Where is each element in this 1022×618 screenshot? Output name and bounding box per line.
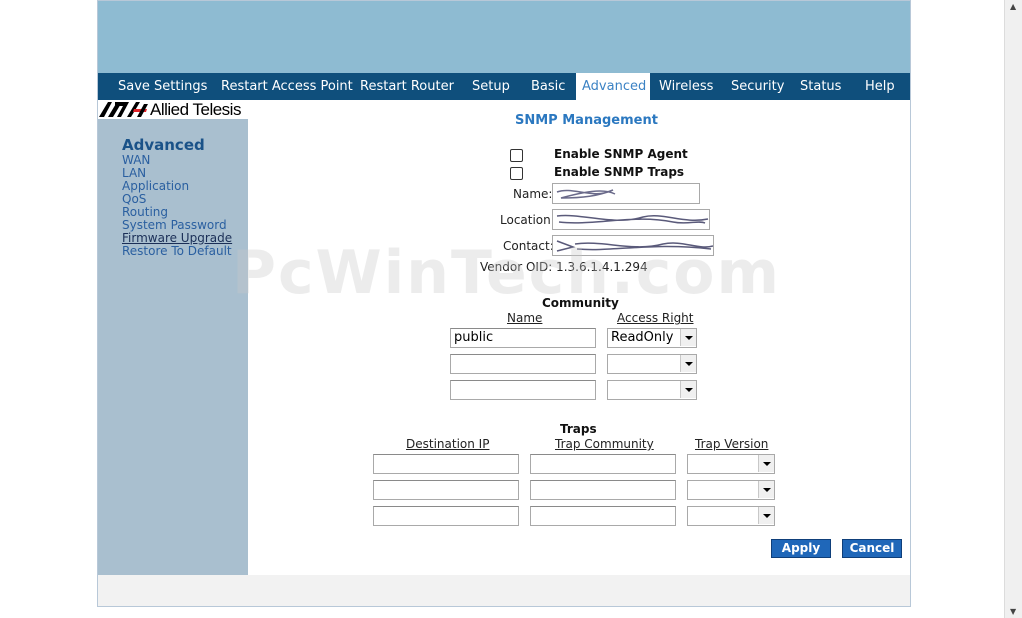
trap-destination-input[interactable] (373, 454, 519, 474)
sidebar-item-wan[interactable]: WAN (122, 153, 150, 167)
vendor-oid: Vendor OID: 1.3.6.1.4.1.294 (480, 260, 648, 274)
nav-save-settings[interactable]: Save Settings (118, 73, 207, 100)
apply-button[interactable]: Apply (771, 539, 831, 558)
sidebar-item-qos[interactable]: QoS (122, 192, 146, 206)
chevron-down-icon (680, 329, 696, 346)
footer-bar (98, 575, 910, 606)
logo-mark-icon (99, 102, 148, 117)
chevron-down-icon (758, 481, 774, 498)
contact-label: Contact: (503, 239, 554, 253)
nav-security[interactable]: Security (731, 73, 784, 100)
nav-restart-access-point[interactable]: Restart Access Point (221, 73, 353, 100)
sidebar: Advanced WAN LAN Application QoS Routing… (98, 119, 248, 575)
trap-destination-input[interactable] (373, 480, 519, 500)
vertical-scrollbar[interactable]: ▲ ▼ (1004, 0, 1022, 618)
community-name-input[interactable] (450, 354, 596, 374)
sidebar-item-application[interactable]: Application (122, 179, 189, 193)
scroll-down-icon[interactable]: ▼ (1010, 607, 1016, 616)
traps-title: Traps (560, 422, 597, 436)
page-title: SNMP Management (515, 113, 658, 128)
chevron-down-icon (680, 355, 696, 372)
trap-community-input[interactable] (530, 506, 676, 526)
community-access-header: Access Right (617, 311, 694, 325)
sidebar-item-system-password[interactable]: System Password (122, 218, 227, 232)
community-access-select[interactable]: ReadOnly (607, 328, 697, 348)
main-content: SNMP Management Enable SNMP Agent Enable… (248, 100, 910, 575)
trap-version-select[interactable] (687, 506, 775, 526)
snmp-location-input[interactable] (552, 209, 710, 230)
nav-wireless[interactable]: Wireless (659, 73, 713, 100)
enable-snmp-traps-checkbox[interactable] (510, 167, 523, 180)
redacted-scribble-icon (556, 189, 616, 199)
redacted-scribble-icon (556, 240, 713, 252)
nav-status[interactable]: Status (800, 73, 841, 100)
nav-setup[interactable]: Setup (472, 73, 510, 100)
trap-destination-input[interactable] (373, 506, 519, 526)
brand-name: Allied Telesis (150, 100, 241, 119)
community-name-header: Name (507, 311, 543, 325)
sidebar-item-routing[interactable]: Routing (122, 205, 168, 219)
nav-basic[interactable]: Basic (531, 73, 565, 100)
enable-snmp-traps-label: Enable SNMP Traps (554, 165, 685, 179)
allied-telesis-logo: Allied Telesis (98, 100, 248, 119)
nav-help[interactable]: Help (865, 73, 895, 100)
trap-version-select[interactable] (687, 454, 775, 474)
redacted-scribble-icon (556, 214, 709, 224)
name-label: Name: (513, 187, 553, 201)
sidebar-item-firmware-upgrade[interactable]: Firmware Upgrade (122, 231, 232, 245)
chevron-down-icon (758, 507, 774, 524)
nav-advanced[interactable]: Advanced (576, 73, 650, 100)
trap-version-select[interactable] (687, 480, 775, 500)
sidebar-item-restore-default[interactable]: Restore To Default (122, 244, 232, 258)
trap-community-input[interactable] (530, 480, 676, 500)
trap-destination-header: Destination IP (406, 437, 490, 451)
trap-version-header: Trap Version (695, 437, 769, 451)
community-name-input[interactable] (450, 380, 596, 400)
community-title: Community (542, 296, 619, 310)
header-banner (98, 0, 910, 74)
nav-restart-router[interactable]: Restart Router (360, 73, 454, 100)
scroll-up-icon[interactable]: ▲ (1010, 2, 1016, 11)
router-page: Save Settings Restart Access Point Resta… (97, 0, 911, 607)
cancel-button[interactable]: Cancel (842, 539, 902, 558)
community-access-select[interactable] (607, 354, 697, 374)
community-name-input[interactable]: public (450, 328, 596, 348)
enable-snmp-agent-checkbox[interactable] (510, 149, 523, 162)
sidebar-item-lan[interactable]: LAN (122, 166, 146, 180)
snmp-contact-input[interactable] (552, 235, 714, 256)
enable-snmp-agent-label: Enable SNMP Agent (554, 147, 688, 161)
community-access-select[interactable] (607, 380, 697, 400)
top-nav: Save Settings Restart Access Point Resta… (98, 73, 910, 100)
chevron-down-icon (680, 381, 696, 398)
location-label: Location: (500, 213, 555, 227)
trap-community-header: Trap Community (555, 437, 654, 451)
access-right-value: ReadOnly (611, 330, 674, 345)
chevron-down-icon (758, 455, 774, 472)
sidebar-title: Advanced (122, 136, 205, 154)
snmp-name-input[interactable] (552, 183, 700, 204)
trap-community-input[interactable] (530, 454, 676, 474)
